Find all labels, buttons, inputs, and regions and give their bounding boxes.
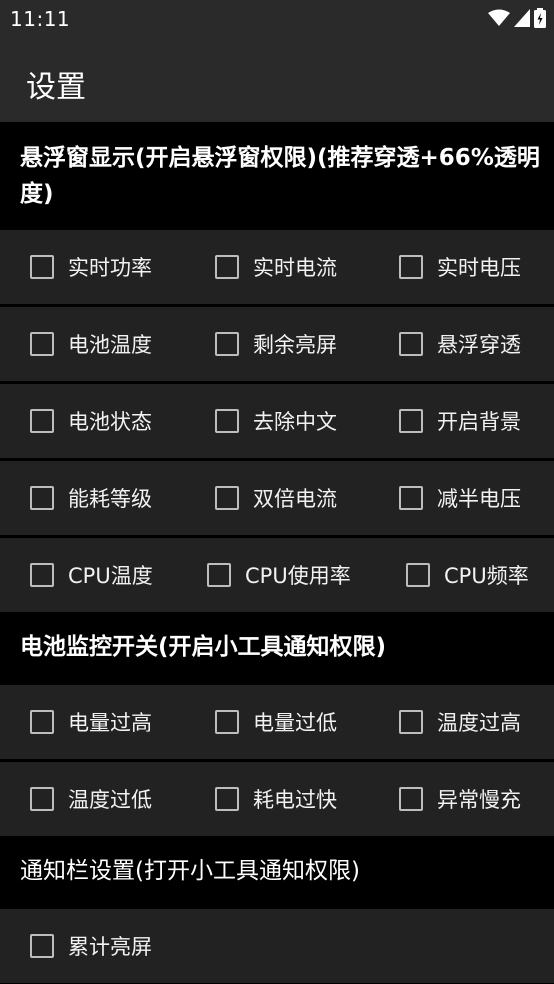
checkbox-label: 双倍电流 xyxy=(253,487,337,511)
checkbox-half-voltage[interactable]: 减半电压 xyxy=(399,461,521,535)
checkbox-box[interactable] xyxy=(30,934,54,958)
section-title-battery-monitor: 电池监控开关(开启小工具通知权限) xyxy=(20,634,387,660)
checkbox-label: 能耗等级 xyxy=(68,487,152,511)
status-icons xyxy=(488,8,546,28)
checkbox-label: 减半电压 xyxy=(437,487,521,511)
checkbox-abnormal-slow-charge[interactable]: 异常慢充 xyxy=(399,762,521,836)
checkbox-box[interactable] xyxy=(399,409,423,433)
checkbox-enable-background[interactable]: 开启背景 xyxy=(399,384,521,458)
checkbox-box[interactable] xyxy=(30,787,54,811)
option-row: CPU温度 CPU使用率 CPU频率 xyxy=(0,538,554,612)
option-row: 累计亮屏 xyxy=(0,909,554,983)
checkbox-label: 温度过高 xyxy=(437,711,521,735)
option-row: 能耗等级 双倍电流 减半电压 xyxy=(0,461,554,535)
signal-icon xyxy=(514,9,530,27)
option-row: 温度过低 耗电过快 异常慢充 xyxy=(0,762,554,836)
section-title-line1: 悬浮窗显示(开启悬浮窗权限)(推荐穿透+66%透明 xyxy=(20,145,540,171)
checkbox-label: CPU频率 xyxy=(444,564,529,588)
section-header-notification-bar: 通知栏设置(打开小工具通知权限) xyxy=(0,836,554,908)
checkbox-double-current[interactable]: 双倍电流 xyxy=(215,461,337,535)
checkbox-box[interactable] xyxy=(215,332,239,356)
checkbox-label: 电量过高 xyxy=(68,711,152,735)
checkbox-label: 异常慢充 xyxy=(437,788,521,812)
checkbox-box[interactable] xyxy=(399,486,423,510)
checkbox-box[interactable] xyxy=(399,255,423,279)
checkbox-box[interactable] xyxy=(215,787,239,811)
checkbox-cpu-frequency[interactable]: CPU频率 xyxy=(406,538,529,612)
checkbox-box[interactable] xyxy=(399,332,423,356)
checkbox-cpu-temp[interactable]: CPU温度 xyxy=(30,538,153,612)
checkbox-label: 实时电流 xyxy=(253,256,337,280)
checkbox-box[interactable] xyxy=(215,486,239,510)
checkbox-label: 实时功率 xyxy=(68,256,152,280)
checkbox-label: CPU温度 xyxy=(68,564,153,588)
checkbox-label: 累计亮屏 xyxy=(68,935,152,959)
status-bar: 11:11 xyxy=(0,0,554,38)
checkbox-temp-too-low[interactable]: 温度过低 xyxy=(30,762,152,836)
checkbox-box[interactable] xyxy=(207,563,231,587)
option-row: 实时功率 实时电流 实时电压 xyxy=(0,230,554,304)
checkbox-box[interactable] xyxy=(30,409,54,433)
checkbox-label: 实时电压 xyxy=(437,256,521,280)
section-title-floating-window: 悬浮窗显示(开启悬浮窗权限)(推荐穿透+66%透明 度) xyxy=(20,140,548,212)
checkbox-box[interactable] xyxy=(30,332,54,356)
checkbox-box[interactable] xyxy=(406,563,430,587)
checkbox-label: 悬浮穿透 xyxy=(437,333,521,357)
checkbox-label: 温度过低 xyxy=(68,788,152,812)
checkbox-label: CPU使用率 xyxy=(245,564,351,588)
checkbox-box[interactable] xyxy=(215,255,239,279)
checkbox-charge-too-low[interactable]: 电量过低 xyxy=(215,685,337,759)
checkbox-charge-too-high[interactable]: 电量过高 xyxy=(30,685,152,759)
checkbox-float-passthrough[interactable]: 悬浮穿透 xyxy=(399,307,521,381)
battery-icon xyxy=(534,8,546,28)
option-row: 电池温度 剩余亮屏 悬浮穿透 xyxy=(0,307,554,381)
checkbox-battery-temp[interactable]: 电池温度 xyxy=(30,307,152,381)
checkbox-label: 电量过低 xyxy=(253,711,337,735)
checkbox-box[interactable] xyxy=(399,710,423,734)
checkbox-label: 去除中文 xyxy=(253,410,337,434)
checkbox-realtime-current[interactable]: 实时电流 xyxy=(215,230,337,304)
page-title: 设置 xyxy=(26,70,86,105)
checkbox-box[interactable] xyxy=(215,409,239,433)
checkbox-box[interactable] xyxy=(399,787,423,811)
section-title-line2: 度) xyxy=(20,181,54,207)
checkbox-battery-status[interactable]: 电池状态 xyxy=(30,384,152,458)
checkbox-box[interactable] xyxy=(30,486,54,510)
checkbox-energy-level[interactable]: 能耗等级 xyxy=(30,461,152,535)
checkbox-box[interactable] xyxy=(30,563,54,587)
checkbox-box[interactable] xyxy=(30,710,54,734)
checkbox-realtime-voltage[interactable]: 实时电压 xyxy=(399,230,521,304)
checkbox-drain-too-fast[interactable]: 耗电过快 xyxy=(215,762,337,836)
checkbox-label: 开启背景 xyxy=(437,410,521,434)
checkbox-cumulative-screen-on[interactable]: 累计亮屏 xyxy=(30,909,152,983)
checkbox-box[interactable] xyxy=(215,710,239,734)
status-time: 11:11 xyxy=(10,7,71,31)
checkbox-label: 耗电过快 xyxy=(253,788,337,812)
checkbox-label: 电池状态 xyxy=(68,410,152,434)
section-header-floating-window: 悬浮窗显示(开启悬浮窗权限)(推荐穿透+66%透明 度) xyxy=(0,122,554,228)
option-row: 电池状态 去除中文 开启背景 xyxy=(0,384,554,458)
section-title-notification-bar: 通知栏设置(打开小工具通知权限) xyxy=(20,858,360,884)
checkbox-label: 剩余亮屏 xyxy=(253,333,337,357)
checkbox-realtime-power[interactable]: 实时功率 xyxy=(30,230,152,304)
checkbox-label: 电池温度 xyxy=(68,333,152,357)
option-row: 电量过高 电量过低 温度过高 xyxy=(0,685,554,759)
checkbox-temp-too-high[interactable]: 温度过高 xyxy=(399,685,521,759)
checkbox-remaining-screen-on[interactable]: 剩余亮屏 xyxy=(215,307,337,381)
wifi-icon xyxy=(488,9,510,26)
checkbox-box[interactable] xyxy=(30,255,54,279)
section-header-battery-monitor: 电池监控开关(开启小工具通知权限) xyxy=(0,612,554,684)
checkbox-remove-chinese[interactable]: 去除中文 xyxy=(215,384,337,458)
app-bar: 设置 xyxy=(0,38,554,122)
checkbox-cpu-usage[interactable]: CPU使用率 xyxy=(207,538,351,612)
